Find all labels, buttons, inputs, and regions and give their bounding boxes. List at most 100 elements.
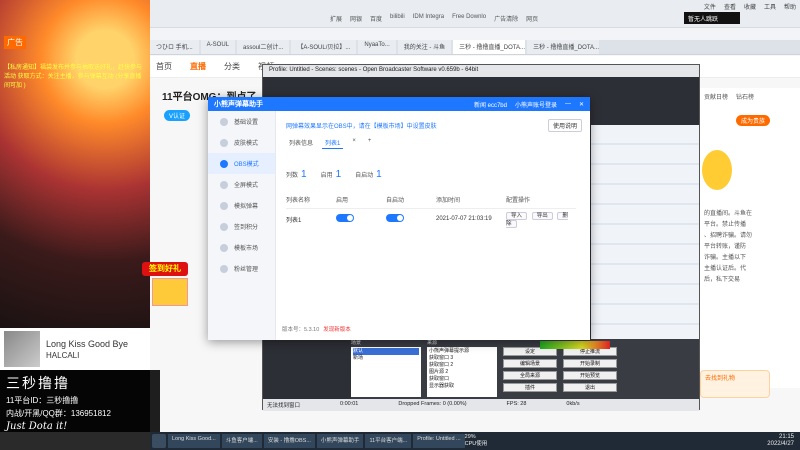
menu-item[interactable]: 工具 (764, 2, 776, 11)
source-item[interactable]: 获取窗口 (429, 376, 495, 383)
bookmark-item[interactable]: 网页 (526, 14, 538, 23)
taskbar-item[interactable]: Long Kiss Good... (168, 434, 220, 448)
source-item[interactable]: 图片源 2 (429, 369, 495, 376)
bookmark-item[interactable]: 百度 (370, 14, 382, 23)
autostart-toggle[interactable] (386, 214, 404, 222)
bookmark-item[interactable]: Free Downlo (452, 14, 486, 23)
volume-meter[interactable] (540, 341, 610, 349)
sidebar-item-fans[interactable]: 粉丝管理 (208, 258, 275, 279)
table-row: 列表1 2021-07-07 21:03:19 导入 导出 删除 (286, 211, 576, 228)
taskbar-item[interactable]: 小熊声弹幕助手 (316, 434, 364, 448)
noble-button[interactable]: 成为贵族 (736, 115, 771, 126)
row-actions: 导入 导出 删除 (506, 211, 576, 228)
bookmark-item[interactable]: 广告清除 (494, 14, 518, 23)
autostart-cell (386, 214, 436, 224)
menu-item[interactable]: 收藏 (744, 2, 756, 11)
add-tab-icon[interactable]: + (365, 137, 375, 149)
login-link[interactable]: 小熊声账号登录 (515, 100, 557, 109)
bookmark-item[interactable]: IDM Integra (413, 14, 444, 23)
obs-icon (220, 159, 228, 168)
bookmarks: 扩展 网银 百度 bilibili IDM Integra Free Downl… (330, 14, 546, 23)
danmu-assistant-dialog: 小熊声弹幕助手 新闻 ecc7bd 小熊声账号登录 — ✕ 基础设置 皮肤模式 … (208, 97, 590, 340)
dialog-title: 小熊声弹幕助手 (214, 101, 263, 108)
bookmark-item[interactable]: 扩展 (330, 14, 342, 23)
menu-item[interactable]: 文件 (704, 2, 716, 11)
system-clock[interactable]: 21:15 2022/4/27 (767, 434, 800, 448)
sidebar-item-skin[interactable]: 皮肤模式 (208, 132, 275, 153)
global-sources-button[interactable]: 全局来源 (503, 371, 557, 380)
netease-icon[interactable] (152, 434, 166, 448)
bookmark-item[interactable]: 网银 (350, 14, 362, 23)
browser-tab[interactable]: つひロ 手机... (150, 40, 199, 54)
stat-count: 列数 1 (286, 169, 307, 180)
song-title: Long Kiss Good Bye (46, 338, 129, 349)
tab-list-1[interactable]: 列表1 (322, 137, 344, 149)
tab-list-info[interactable]: 列表信息 (286, 137, 316, 149)
brand-slogan: Just Dota it! (6, 421, 68, 432)
menu-item[interactable]: 帮助 (784, 2, 796, 11)
notice-line: 主播认证后。代 (704, 266, 747, 272)
taskbar-item[interactable]: 11平台客户端... (365, 434, 412, 448)
export-button[interactable]: 导出 (531, 212, 553, 220)
browser-tab-active[interactable]: 三秒 - 撸撸直播_DOTA... (453, 40, 526, 54)
source-item[interactable]: 获取窗口 2 (429, 362, 495, 369)
browser-tabs: つひロ 手机... A-SOUL assoul二创计... 【A-SOUL/贝拉… (150, 40, 800, 55)
user-id[interactable]: 新闻 ecc7bd (474, 100, 507, 109)
browser-tab[interactable]: NyaaTo... (358, 40, 396, 54)
fans-icon (220, 264, 228, 273)
obs-notice: 网弹幕效果显示在OBS中，请在【模板市场】中设置皮肤 (286, 124, 437, 130)
scene-item[interactable]: 新场 (353, 355, 419, 362)
nav-home[interactable]: 首页 (156, 61, 172, 72)
minimize-icon[interactable]: — (565, 101, 571, 107)
browser-menu: 文件 查看 收藏 工具 帮助 (704, 2, 796, 11)
enabled-toggle[interactable] (336, 214, 354, 222)
source-item[interactable]: 获取窗口 3 (429, 355, 495, 362)
sidebar-item-basic[interactable]: 基础设置 (208, 111, 275, 132)
taskbar-item[interactable]: Profile: Untitled ... (413, 434, 465, 448)
sign-in-gift-button[interactable]: 签到好礼 (142, 262, 188, 276)
preview-button[interactable]: 开始预览 (563, 371, 617, 380)
stat-label: 自启动 (355, 173, 374, 179)
settings-icon (220, 117, 228, 126)
dialog-sidebar: 基础设置 皮肤模式 OBS模式 全屏模式 模拟弹幕 签到积分 模板市场 粉丝管理 (208, 111, 276, 340)
record-button[interactable]: 开始录制 (563, 359, 617, 368)
plugins-button[interactable]: 插件 (503, 383, 557, 392)
status-fps: FPS: 28 (506, 401, 527, 407)
scene-item[interactable]: 默认 (353, 348, 419, 355)
nav-category[interactable]: 分类 (224, 61, 240, 72)
song-artist: HALCALI (46, 350, 80, 360)
taskbar-item[interactable]: 斗鱼客户端... (221, 434, 262, 448)
source-item[interactable]: 显示器获取 (429, 383, 495, 390)
nav-live[interactable]: 直播 (190, 61, 206, 72)
list-tabs: 列表信息 列表1 × + (286, 137, 374, 149)
rank-tab[interactable]: 钻石榜 (736, 92, 754, 101)
close-icon[interactable]: ✕ (579, 101, 584, 108)
guide-button[interactable]: 使用说明 (547, 119, 582, 132)
close-tab-icon[interactable]: × (349, 137, 359, 149)
browser-tab[interactable]: 三秒 - 撸撸直播_DOTA... (527, 40, 600, 54)
update-link[interactable]: 发现新版本 (323, 327, 351, 333)
taskbar-item[interactable]: 安装 - 撸撸OBS... (263, 434, 315, 448)
notice-line: 、招聘诈骗。请勿 (704, 233, 753, 239)
sidebar-item-market[interactable]: 模板市场 (208, 237, 275, 258)
status-dropped: Dropped Frames: 0 (0.00%) (398, 401, 467, 407)
browser-tab[interactable]: A-SOUL (200, 40, 236, 54)
skin-icon (220, 138, 228, 147)
browser-tab[interactable]: 我的关注 - 斗鱼 (397, 40, 452, 54)
promo-banner[interactable]: 去找到礼物 (700, 370, 770, 398)
browser-tab[interactable]: assoul二创计... (237, 40, 290, 54)
rank-tab[interactable]: 贡献日榜 (704, 92, 728, 101)
exit-button[interactable]: 退出 (563, 383, 617, 392)
browser-tab[interactable]: 【A-SOUL/贝拉】... (291, 40, 357, 54)
sidebar-item-points[interactable]: 签到积分 (208, 216, 275, 237)
bookmark-item[interactable]: bilibili (390, 14, 405, 23)
sidebar-item-fullscreen[interactable]: 全屏模式 (208, 174, 275, 195)
sidebar-item-obs[interactable]: OBS模式 (208, 153, 275, 174)
menu-item[interactable]: 查看 (724, 2, 736, 11)
edit-scene-button[interactable]: 编辑场景 (503, 359, 557, 368)
sidebar-item-simulate[interactable]: 模拟弹幕 (208, 195, 275, 216)
sidebar-item-label: 全屏模式 (234, 183, 259, 189)
version-info: 版本号：5.3.10 发现新版本 (276, 325, 351, 333)
source-item[interactable]: 小熊声弹幕提示源 (429, 348, 495, 355)
import-button[interactable]: 导入 (506, 212, 528, 220)
